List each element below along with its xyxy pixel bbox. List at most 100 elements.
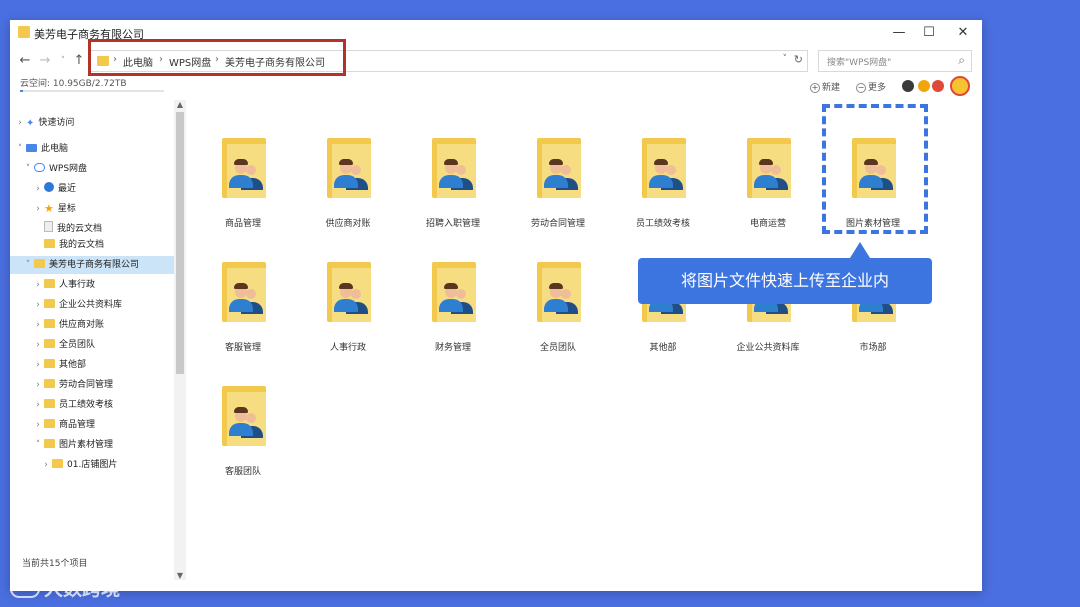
person-head [456,165,466,175]
folder-front [647,144,686,198]
folder-item[interactable]: 招聘入职管理 [408,118,498,229]
plus-icon: + [810,83,820,93]
badge-icon[interactable] [902,80,914,92]
sidebar-item[interactable]: › 最近 [10,180,174,198]
folder-front [437,268,476,322]
folder-icon [44,239,55,248]
folder-front [437,144,476,198]
folder-label: 客服管理 [224,343,261,353]
scroll-down-icon[interactable]: ▼ [174,571,186,580]
callout-pointer [850,242,870,258]
chevron-right-icon[interactable]: › [32,396,44,414]
forward-arrow-icon[interactable]: → [36,51,54,71]
folder-label: 其他部 [649,343,677,353]
sidebar-item-label: 快速访问 [38,118,75,128]
folder-item[interactable]: 财务管理 [408,242,498,353]
close-button[interactable]: ✕ [946,23,980,43]
person-head [351,165,361,175]
badge-icon[interactable] [918,80,930,92]
chevron-down-icon[interactable]: ˅ [22,256,34,274]
sidebar-item[interactable]: ˅ WPS网盘 [10,160,174,178]
sidebar-item[interactable]: ˅ 此电脑 [10,140,174,158]
storage-usage-text: 云空间: 10.95GB/2.72TB [20,79,127,89]
folder-item[interactable]: 客服管理 [198,242,288,353]
folder-front [332,268,371,322]
maximize-button[interactable]: ☐ [912,23,946,43]
folder-item[interactable]: 供应商对账 [303,118,393,229]
shared-folder-icon [327,262,371,322]
sidebar-item-label: 其他部 [59,360,87,370]
person-head [246,165,256,175]
sidebar-scrollbar[interactable]: ▲ ▼ [174,100,186,580]
scroll-thumb[interactable] [176,112,184,374]
shared-folder-icon [432,262,476,322]
chevron-down-icon[interactable]: ˅ [22,160,34,178]
avatar[interactable] [950,76,970,96]
watermark-logo-icon [10,580,40,598]
pc-icon [26,144,37,152]
sidebar-item[interactable]: › 人事行政 [10,276,174,294]
refresh-icon[interactable]: ↻ [794,53,803,66]
sidebar-item[interactable]: › 其他部 [10,356,174,374]
sidebar-item[interactable]: › 全员团队 [10,336,174,354]
chevron-right-icon[interactable]: › [32,180,44,198]
folder-item[interactable]: 电商运营 [723,118,813,229]
folder-front [227,268,266,322]
person-body [754,175,778,188]
folder-item[interactable]: 全员团队 [513,242,603,353]
sidebar-item-label: 最近 [58,184,77,194]
chevron-right-icon[interactable]: › [32,376,44,394]
folder-front [542,144,581,198]
chevron-right-icon[interactable]: › [32,416,44,434]
scroll-up-icon[interactable]: ▲ [174,100,186,109]
chevron-right-icon[interactable]: › [14,114,26,132]
folder-item[interactable]: 员工绩效考核 [618,118,708,229]
folder-item[interactable]: 客服团队 [198,366,288,477]
folder-item[interactable]: 人事行政 [303,242,393,353]
sidebar-item[interactable]: ˅ 美芳电子商务有限公司 [10,256,174,274]
search-input[interactable]: 搜索"WPS网盘" ⌕ [818,50,972,72]
search-icon[interactable]: ⌕ [958,53,965,68]
sidebar-item[interactable]: ˅ 图片素材管理 [10,436,174,454]
folder-icon [44,439,55,448]
sidebar-item[interactable]: 我的云文档 [10,236,174,254]
more-button[interactable]: − 更多 [856,80,886,93]
sidebar-item[interactable]: › ✦ 快速访问 [10,114,174,132]
chevron-down-icon[interactable]: ˅ [32,436,44,454]
sidebar-item[interactable]: › 01.店铺图片 [10,456,174,474]
chevron-right-icon[interactable]: › [32,276,44,294]
sidebar-item[interactable]: › ★ 星标 [10,200,174,218]
person-head [771,165,781,175]
shared-folder-icon [642,138,686,198]
folder-item[interactable]: 商品管理 [198,118,288,229]
badge-icon[interactable] [932,80,944,92]
folder-label: 人事行政 [329,343,366,353]
sidebar-item[interactable]: › 企业公共资料库 [10,296,174,314]
storage-usage-bar [20,90,164,92]
sidebar-item-label: 图片素材管理 [59,440,114,450]
chevron-right-icon[interactable]: › [32,296,44,314]
person-head [351,289,361,299]
search-placeholder: 搜索"WPS网盘" [827,58,892,68]
chevron-right-icon[interactable]: › [32,316,44,334]
folder-label: 员工绩效考核 [635,219,690,229]
sidebar-item[interactable]: › 商品管理 [10,416,174,434]
person-hair [549,283,563,289]
chevron-down-icon[interactable]: ˅ [14,140,26,158]
chevron-right-icon[interactable]: › [32,200,44,218]
chevron-right-icon[interactable]: › [40,456,52,474]
up-arrow-icon[interactable]: ↑ [70,51,88,71]
person-hair [234,283,248,289]
sidebar-item[interactable]: › 供应商对账 [10,316,174,334]
sidebar-item[interactable]: › 劳动合同管理 [10,376,174,394]
more-icon: − [856,83,866,93]
folder-item[interactable]: 劳动合同管理 [513,118,603,229]
new-button[interactable]: + 新建 [810,80,840,93]
chevron-right-icon[interactable]: › [32,336,44,354]
folder-label: 财务管理 [434,343,471,353]
chevron-down-icon[interactable]: ˅ [783,54,788,64]
back-arrow-icon[interactable]: ← [16,51,34,71]
minimize-button[interactable]: — [882,23,916,43]
chevron-right-icon[interactable]: › [32,356,44,374]
sidebar-item[interactable]: › 员工绩效考核 [10,396,174,414]
